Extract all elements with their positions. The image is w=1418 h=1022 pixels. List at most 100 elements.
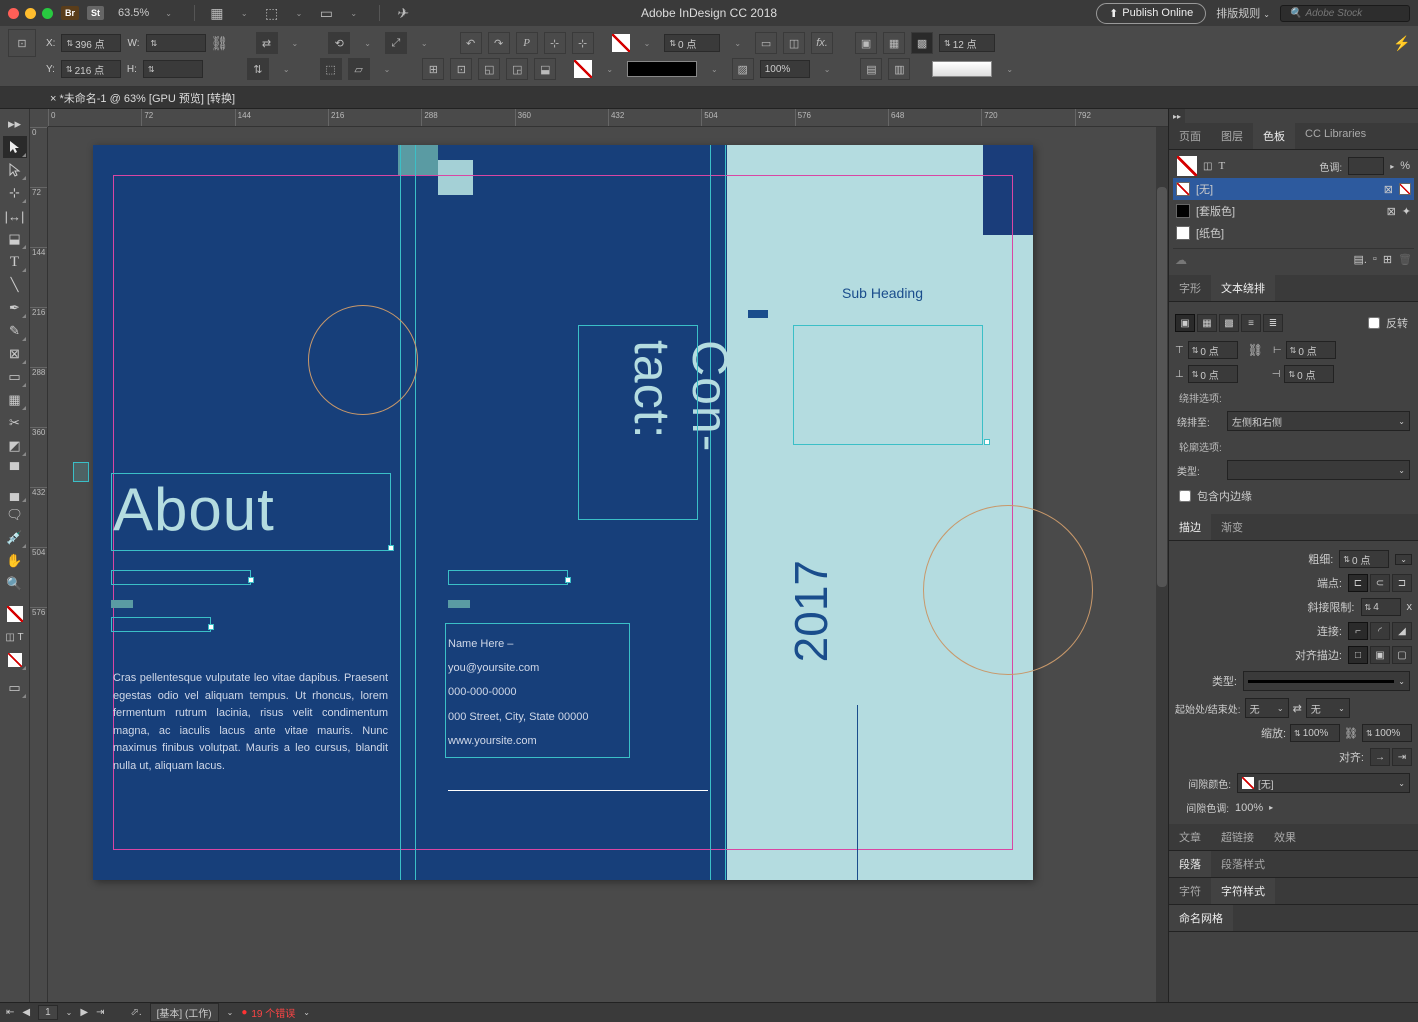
new-group-icon[interactable]: ▫	[1373, 253, 1377, 267]
tab-effects[interactable]: 效果	[1264, 824, 1306, 850]
column-guide[interactable]	[710, 145, 711, 880]
invert-checkbox[interactable]	[1368, 317, 1380, 329]
ruler-horizontal[interactable]: 072144216288360432504576648720792	[48, 109, 1168, 127]
join-round-icon[interactable]: ◜	[1370, 622, 1390, 640]
chevron-down-icon[interactable]: ⌄	[824, 65, 831, 74]
tint-field[interactable]	[1348, 157, 1384, 175]
char-panel-icon[interactable]: P	[516, 32, 538, 54]
scissors-tool[interactable]: ✂	[3, 412, 27, 434]
fx-frame-icon[interactable]: ▭	[755, 32, 777, 54]
next-page-icon[interactable]: ▶	[80, 1007, 88, 1018]
selection-tool[interactable]	[3, 136, 27, 158]
tab-hyperlinks[interactable]: 超链接	[1211, 824, 1264, 850]
chevron-down-icon[interactable]: ⌄	[283, 65, 290, 74]
tab-article[interactable]: 文章	[1169, 824, 1211, 850]
chevron-down-icon[interactable]: ⌄	[711, 65, 718, 74]
bottom-offset-field[interactable]: ⇅0 点	[1188, 365, 1238, 383]
year-text[interactable]: 2017	[784, 560, 838, 662]
lightning-icon[interactable]: ⚡	[1394, 35, 1410, 51]
top-offset-field[interactable]: ⇅0 点	[1188, 341, 1238, 359]
chevron-down-icon[interactable]: ⌄	[241, 9, 248, 18]
constrain-icon[interactable]: ⊹	[544, 32, 566, 54]
stroke-type-dropdown[interactable]: ⌄	[1243, 671, 1410, 691]
cap-butt-icon[interactable]: ⊏	[1348, 574, 1368, 592]
rotate2-icon[interactable]: ⤢	[385, 32, 407, 54]
align-outside-icon[interactable]: ▢	[1392, 646, 1412, 664]
left-offset-field[interactable]: ⇅0 点	[1286, 341, 1336, 359]
column-guide[interactable]	[400, 145, 401, 880]
align1-icon[interactable]: ▤	[860, 58, 882, 80]
tab-cc-libraries[interactable]: CC Libraries	[1295, 123, 1376, 149]
search-stock-input[interactable]: 🔍 Adobe Stock	[1280, 5, 1410, 22]
rule-line[interactable]	[448, 790, 708, 791]
tab-char-styles[interactable]: 字符样式	[1211, 878, 1275, 904]
arrow-align1-icon[interactable]: →	[1370, 748, 1390, 766]
expand-tools-icon[interactable]: ▸▸	[3, 113, 27, 135]
tint-slider-icon[interactable]: ▸	[1390, 162, 1394, 171]
start-arrow-dropdown[interactable]: 无⌄	[1245, 698, 1289, 718]
close-window[interactable]	[8, 8, 19, 19]
tab-paragraph[interactable]: 段落	[1169, 851, 1211, 877]
tab-layers[interactable]: 图层	[1211, 123, 1253, 149]
arrange-icon[interactable]: ▭	[318, 5, 334, 21]
note-tool[interactable]: 🗨	[3, 504, 27, 526]
swatch-row-paper[interactable]: [纸色]	[1173, 222, 1414, 244]
x-field[interactable]: ⇅396 点	[61, 34, 121, 52]
content-collector-tool[interactable]: ⬓	[3, 228, 27, 250]
stock-button[interactable]: St	[87, 6, 104, 20]
pencil-tool[interactable]: ✎	[3, 320, 27, 342]
weight-dropdown-icon[interactable]: ⌄	[1395, 554, 1412, 565]
publish-online-button[interactable]: ⬆ Publish Online	[1096, 3, 1206, 24]
wrap-bbox-icon[interactable]: ▦	[883, 32, 905, 54]
wrap-shape-icon[interactable]: ▩	[1219, 314, 1239, 332]
constrain2-icon[interactable]: ⊹	[572, 32, 594, 54]
grid-tool[interactable]: ▦	[3, 389, 27, 411]
wrap-none-icon[interactable]: ▣	[855, 32, 877, 54]
wrap-offset-field[interactable]: ⇅12 点	[939, 34, 995, 52]
selection-box[interactable]	[73, 462, 89, 482]
stroke-style-swatch[interactable]	[627, 61, 697, 77]
gradient-swatch[interactable]	[932, 61, 992, 77]
chevron-down-icon[interactable]: ⌄	[292, 39, 299, 48]
page-tool[interactable]: ⊹	[3, 182, 27, 204]
gap-color-dropdown[interactable]: [无]⌄	[1237, 773, 1410, 793]
scrollbar-vertical[interactable]	[1156, 127, 1168, 1003]
tab-character[interactable]: 字符	[1169, 878, 1211, 904]
flip-v-icon[interactable]: ⇅	[247, 58, 269, 80]
stroke-none-icon[interactable]	[574, 60, 592, 78]
chevron-down-icon[interactable]: ⌄	[350, 9, 357, 18]
text-frame[interactable]	[445, 623, 630, 758]
hand-tool[interactable]: ✋	[3, 550, 27, 572]
delete-swatch-icon[interactable]: 🗑	[1398, 253, 1412, 267]
tab-stroke[interactable]: 描边	[1169, 514, 1211, 540]
screen-mode-icon[interactable]: ⬚	[264, 5, 280, 21]
zoom-level[interactable]: 63.5%	[118, 7, 149, 19]
text-frame[interactable]	[448, 570, 568, 585]
link-icon[interactable]: ⛓	[212, 35, 228, 51]
opacity-icon[interactable]: ▨	[732, 58, 754, 80]
swatch-row-none[interactable]: [无] ⊠	[1173, 178, 1414, 200]
w-field[interactable]: ⇅	[146, 34, 206, 52]
fx-icon[interactable]: fx.	[811, 32, 833, 54]
gradient-feather-tool[interactable]: ▄	[3, 481, 27, 503]
gap-tint-slider-icon[interactable]: ▸	[1269, 803, 1273, 812]
weight-field[interactable]: ⇅0 点	[1339, 550, 1389, 568]
view-list-icon[interactable]: ▤.	[1353, 253, 1366, 267]
gradient-swatch-tool[interactable]: ▀	[3, 458, 27, 480]
line-tool[interactable]: ╲	[3, 274, 27, 296]
chevron-down-icon[interactable]: ⌄	[364, 39, 371, 48]
pen-tool[interactable]: ✒	[3, 297, 27, 319]
format-box-icon[interactable]: ◫	[1203, 161, 1212, 172]
tab-glyphs[interactable]: 字形	[1169, 275, 1211, 301]
sel-5-icon[interactable]: ⬓	[534, 58, 556, 80]
column-guide[interactable]	[415, 145, 416, 880]
view-options-icon[interactable]: ▦	[209, 5, 225, 21]
tab-pages[interactable]: 页面	[1169, 123, 1211, 149]
rect-tool[interactable]: ▭	[3, 366, 27, 388]
opacity-field[interactable]: 100%	[760, 60, 810, 78]
sel-prev-icon[interactable]: ◱	[478, 58, 500, 80]
end-arrow-dropdown[interactable]: 无⌄	[1306, 698, 1350, 718]
tab-para-styles[interactable]: 段落样式	[1211, 851, 1275, 877]
wrap-to-dropdown[interactable]: 左侧和右侧⌄	[1227, 411, 1410, 431]
fx-object-icon[interactable]: ◫	[783, 32, 805, 54]
